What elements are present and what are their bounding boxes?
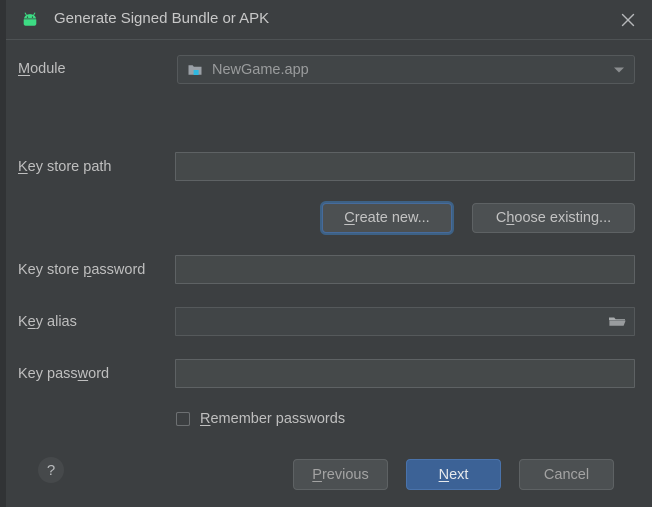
key-password-label: Key password <box>18 366 110 382</box>
titlebar-separator <box>6 39 652 40</box>
module-selected-value: NewGame.app <box>212 61 309 78</box>
key-store-password-input[interactable] <box>175 255 635 284</box>
dialog-title: Generate Signed Bundle or APK <box>54 10 270 27</box>
key-alias-label: Key alias <box>18 314 77 330</box>
cancel-button[interactable]: Cancel <box>519 459 614 490</box>
key-alias-input[interactable] <box>175 307 635 336</box>
choose-existing-button[interactable]: Ch oose existing... <box>472 203 635 233</box>
android-robot-icon <box>20 10 40 30</box>
window-left-edge <box>0 0 6 507</box>
open-folder-icon[interactable] <box>606 310 628 332</box>
dialog-titlebar: Generate Signed Bundle or APK <box>6 0 652 39</box>
next-button[interactable]: Next <box>406 459 501 490</box>
chevron-down-icon[interactable] <box>614 67 624 72</box>
remember-passwords-checkbox[interactable]: Remember passwords <box>176 411 345 427</box>
remember-passwords-label: Remember passwords <box>200 411 346 427</box>
module-label: Module <box>18 61 66 77</box>
key-store-path-input[interactable] <box>175 152 635 181</box>
create-new-button[interactable]: Create new... <box>322 203 452 233</box>
module-folder-icon <box>187 62 203 78</box>
help-button[interactable]: ? <box>38 457 64 483</box>
key-password-input[interactable] <box>175 359 635 388</box>
module-combobox[interactable]: NewGame.app <box>177 55 635 84</box>
help-icon: ? <box>46 461 56 479</box>
generate-signed-bundle-dialog: Generate Signed Bundle or APK Module New… <box>0 0 652 507</box>
close-icon[interactable] <box>616 8 640 32</box>
key-store-path-label: Key store path <box>18 159 112 175</box>
previous-button[interactable]: Previous <box>293 459 388 490</box>
key-store-password-label: Key store password <box>18 262 146 278</box>
checkbox-box-icon[interactable] <box>176 412 190 426</box>
